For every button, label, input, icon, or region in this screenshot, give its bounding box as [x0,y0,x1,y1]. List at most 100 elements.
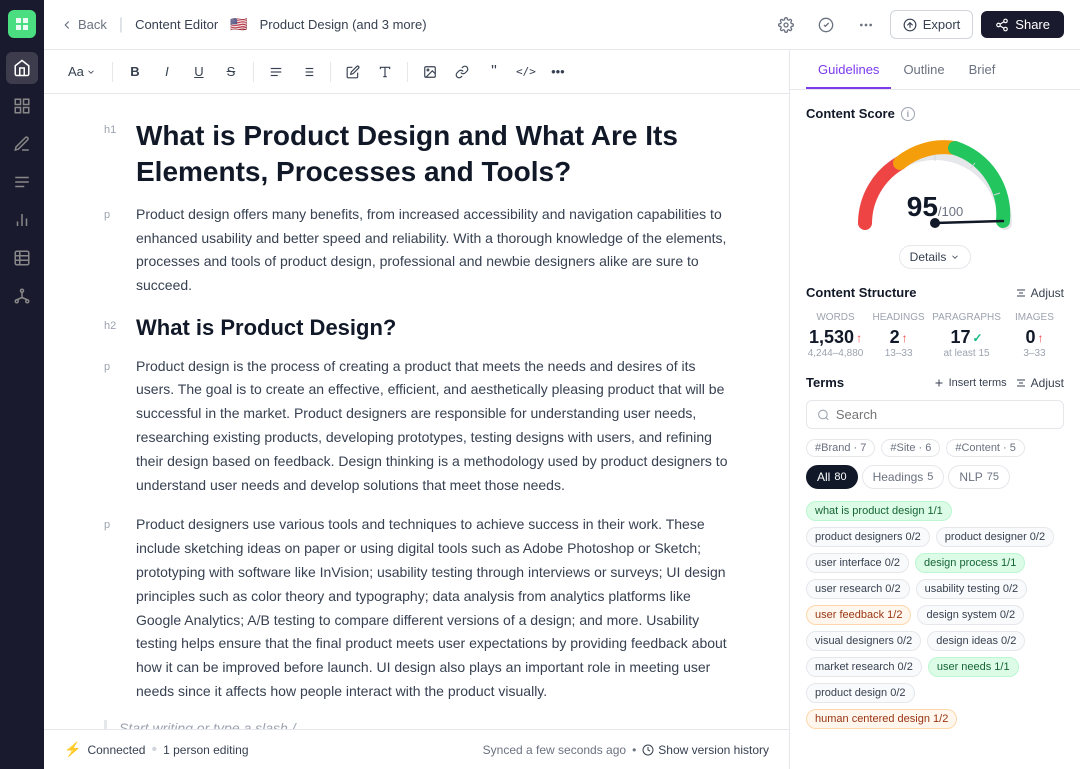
structure-adjust-button[interactable]: Adjust [1015,286,1064,300]
h2-label: h2 [104,314,124,343]
tab-outline[interactable]: Outline [891,50,956,89]
term-tag[interactable]: what is product design 1/1 [806,501,952,521]
insert-terms-button[interactable]: Insert terms [933,377,1007,389]
struct-paragraphs: PARAGRAPHS 17✓ at least 15 [932,312,1001,359]
more-options-button[interactable] [850,9,882,41]
app-logo[interactable] [8,10,36,38]
structure-title: Content Structure [806,285,917,300]
struct-headings: HEADINGS 2↑ 13–33 [869,312,928,359]
term-tag[interactable]: design process 1/1 [915,553,1025,573]
more-format-button[interactable]: ••• [544,58,572,86]
p2-text[interactable]: Product design is the process of creatin… [136,355,729,498]
editing-label: 1 person editing [163,743,248,757]
search-input[interactable] [836,407,1053,422]
connected-label: Connected [87,743,145,757]
score-number: 95 [907,191,938,222]
version-history-link[interactable]: Show version history [642,743,769,757]
gauge-container: 95/100 [806,133,1064,233]
structure-grid: WORDS 1,530↑ 4,244–4,880 HEADINGS 2↑ 13–… [806,312,1064,359]
term-tag[interactable]: user needs 1/1 [928,657,1019,677]
toolbar-separator-3 [330,62,331,82]
quote-button[interactable]: " [480,58,508,86]
tab-brief[interactable]: Brief [957,50,1008,89]
search-icon [817,408,830,422]
strikethrough-button[interactable]: S [217,58,245,86]
topbar-section: Content Editor [135,17,218,32]
structure-header: Content Structure Adjust [806,285,1064,300]
details-button[interactable]: Details [899,245,972,269]
toolbar-separator-2 [253,62,254,82]
terms-adjust-button[interactable]: Adjust [1015,376,1064,390]
struct-words: WORDS 1,530↑ 4,244–4,880 [806,312,865,359]
info-icon[interactable]: i [901,107,915,121]
filter-tags: #Brand · 7 #Site · 6 #Content · 5 [806,439,1064,457]
term-tag[interactable]: design system 0/2 [917,605,1024,625]
share-button[interactable]: Share [981,11,1064,38]
filter-brand[interactable]: #Brand · 7 [806,439,875,457]
settings-button[interactable] [770,9,802,41]
h1-text[interactable]: What is Product Design and What Are Its … [136,118,729,191]
check-button[interactable] [810,9,842,41]
sidebar-item-editor[interactable] [6,128,38,160]
topbar-divider: | [119,16,123,34]
clear-format-button[interactable] [371,58,399,86]
list-button[interactable] [294,58,322,86]
export-button[interactable]: Export [890,10,974,39]
filter-content[interactable]: #Content · 5 [946,439,1025,457]
term-tag[interactable]: product designer 0/2 [936,527,1054,547]
term-tag[interactable]: user feedback 1/2 [806,605,911,625]
score-denom: /100 [938,204,963,219]
bold-button[interactable]: B [121,58,149,86]
p1-text[interactable]: Product design offers many benefits, fro… [136,203,729,298]
status-sep-1: • [151,741,157,759]
tab-guidelines[interactable]: Guidelines [806,50,891,89]
filter-nlp[interactable]: NLP 75 [948,465,1010,489]
term-tag[interactable]: visual designers 0/2 [806,631,921,651]
term-tag[interactable]: user research 0/2 [806,579,910,599]
terms-search-box[interactable] [806,400,1064,429]
filter-site[interactable]: #Site · 6 [881,439,940,457]
term-tag[interactable]: product design 0/2 [806,683,915,703]
filter-all[interactable]: All 80 [806,465,858,489]
status-sep-2: • [632,743,636,757]
h2-text[interactable]: What is Product Design? [136,314,396,343]
sidebar-item-table[interactable] [6,242,38,274]
italic-button[interactable]: I [153,58,181,86]
tab-filters: All 80 Headings 5 NLP 75 [806,465,1064,489]
topbar-flag: 🇺🇸 [230,16,247,33]
term-tag[interactable]: user interface 0/2 [806,553,909,573]
term-tag[interactable]: product designers 0/2 [806,527,930,547]
term-tag[interactable]: market research 0/2 [806,657,922,677]
editor-content[interactable]: h1 What is Product Design and What Are I… [44,94,789,729]
topbar: Back | Content Editor 🇺🇸 Product Design … [44,0,1080,50]
sidebar-item-analytics[interactable] [6,204,38,236]
panel-content: Content Score i [790,90,1080,769]
font-size-button[interactable]: Aa [60,58,104,86]
underline-button[interactable]: U [185,58,213,86]
term-tag[interactable]: human centered design 1/2 [806,709,957,729]
sidebar-item-dashboard[interactable] [6,90,38,122]
sidebar-item-home[interactable] [6,52,38,84]
content-score-title: Content Score i [806,106,1064,121]
code-button[interactable]: </> [512,58,540,86]
p3-text[interactable]: Product designers use various tools and … [136,513,729,703]
link-button[interactable] [448,58,476,86]
p2-block: p Product design is the process of creat… [104,355,729,498]
filter-headings[interactable]: Headings 5 [862,465,945,489]
sidebar-item-docs[interactable] [6,166,38,198]
term-tag[interactable]: usability testing 0/2 [916,579,1028,599]
p1-label: p [104,203,124,298]
terms-header: Terms Insert terms Adjust [806,375,1064,390]
p1-block: p Product design offers many benefits, f… [104,203,729,298]
align-button[interactable] [262,58,290,86]
sidebar-item-integrations[interactable] [6,280,38,312]
term-tag[interactable]: design ideas 0/2 [927,631,1025,651]
draft-line[interactable]: Start writing or type a slash / [104,720,729,729]
right-panel: Guidelines Outline Brief Content Score i [790,50,1080,769]
synced-label: Synced a few seconds ago [483,743,626,757]
image-button[interactable] [416,58,444,86]
connected-icon: ⚡ [64,741,81,758]
back-button[interactable]: Back [60,17,107,32]
highlight-button[interactable] [339,58,367,86]
topbar-doc-title[interactable]: Product Design (and 3 more) [260,17,427,32]
